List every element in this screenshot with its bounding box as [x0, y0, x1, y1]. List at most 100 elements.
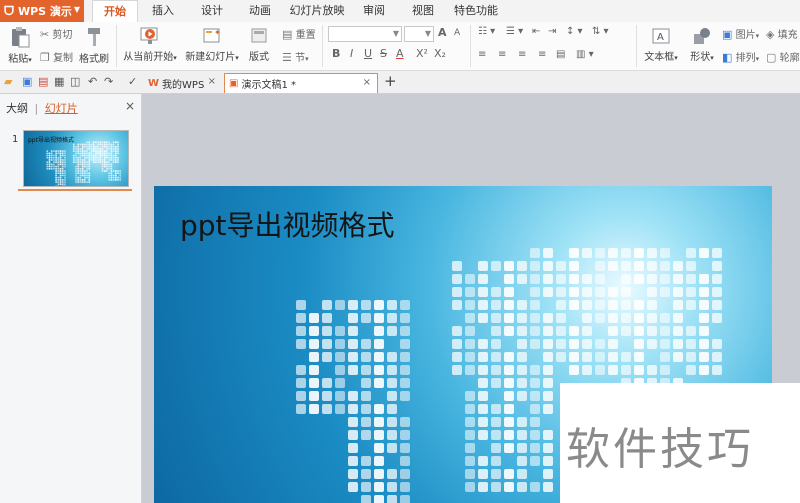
layout-button[interactable]: 版式 — [246, 26, 272, 63]
close-panel-icon[interactable]: × — [125, 99, 135, 113]
copy-button[interactable]: ❐ 复制 — [40, 49, 73, 64]
tab-outline[interactable]: 大纲 — [6, 102, 28, 115]
arrange-button[interactable]: ◧ 排列▾ — [722, 49, 759, 64]
shape-button[interactable]: 形状▾ — [686, 26, 718, 63]
subscript-button[interactable]: X₂ — [434, 47, 446, 60]
new-tab-button[interactable]: + — [384, 72, 397, 90]
tab-design[interactable]: 设计 — [195, 0, 229, 22]
tab-view[interactable]: 视图 — [406, 0, 440, 22]
customize-toolbar-icon[interactable]: ✓ — [128, 75, 137, 88]
map-tile — [108, 174, 110, 177]
map-tile — [387, 404, 397, 414]
textbox-button[interactable]: A 文本框▾ — [642, 26, 680, 63]
map-tile — [95, 148, 97, 150]
bold-button[interactable]: B — [332, 47, 340, 60]
slide-title[interactable]: ppt导出视频格式 — [180, 204, 395, 244]
map-tile — [465, 274, 475, 284]
tab-document-label: 演示文稿1 * — [241, 80, 296, 91]
map-tile — [400, 482, 410, 492]
undo-icon[interactable]: ↶ — [88, 75, 97, 88]
map-tile — [348, 404, 358, 414]
map-tile — [53, 161, 55, 164]
slide-thumbnail[interactable]: ppt导出视频格式 — [23, 130, 129, 187]
bullet-list-icon[interactable]: ☷ ▾ — [478, 26, 495, 37]
tab-home[interactable]: 开始 — [92, 0, 138, 23]
print-preview-icon[interactable]: ◫ — [70, 75, 80, 88]
map-tile — [478, 274, 488, 284]
map-tile — [81, 152, 84, 155]
numbered-list-icon[interactable]: ☰ ▾ — [506, 26, 523, 37]
map-tile — [517, 274, 527, 284]
columns-icon[interactable]: ▥ ▾ — [576, 49, 594, 60]
align-center-icon[interactable]: ≡ — [498, 49, 506, 60]
picture-button[interactable]: ▣ 图片▾ — [722, 26, 759, 41]
map-tile — [504, 404, 514, 414]
map-tile — [117, 152, 119, 155]
italic-button[interactable]: I — [350, 47, 353, 60]
map-tile — [81, 154, 84, 157]
section-button[interactable]: ☰ 节▾ — [282, 49, 309, 64]
tab-special-features[interactable]: 特色功能 — [452, 0, 500, 22]
tab-slides[interactable]: 幻灯片 — [45, 102, 78, 115]
map-tile — [400, 495, 410, 503]
shrink-font-button[interactable]: A — [454, 28, 460, 38]
map-tile — [543, 430, 553, 440]
map-tile — [608, 326, 618, 336]
paste-icon — [12, 27, 30, 48]
distribute-icon[interactable]: ▤ — [556, 49, 565, 60]
strikethrough-button[interactable]: S — [380, 47, 387, 60]
align-right-icon[interactable]: ≡ — [518, 49, 526, 60]
cut-button[interactable]: ✂ 剪切 — [40, 26, 72, 41]
reset-button[interactable]: ▤ 重置 — [282, 26, 316, 41]
redo-icon[interactable]: ↷ — [104, 75, 113, 88]
map-tile — [634, 313, 644, 323]
increase-indent-icon[interactable]: ⇥ — [548, 26, 556, 37]
line-spacing-icon[interactable]: ↕ ▾ — [566, 26, 583, 37]
decrease-indent-icon[interactable]: ⇤ — [532, 26, 540, 37]
export-pdf-icon[interactable]: ▤ — [38, 75, 48, 88]
font-family-select[interactable]: ▼ — [328, 26, 402, 42]
map-tile — [61, 183, 64, 186]
close-tab-icon[interactable]: × — [208, 76, 216, 87]
app-menu-button[interactable]: ᗜ WPS 演示 ▼ — [0, 0, 84, 22]
print-icon[interactable]: ▦ — [54, 75, 64, 88]
align-left-icon[interactable]: ≡ — [478, 49, 486, 60]
map-tile — [75, 174, 77, 177]
menu-bar: ᗜ WPS 演示 ▼ 开始 插入 设计 动画 幻灯片放映 审阅 视图 特色功能 — [0, 0, 800, 23]
superscript-button[interactable]: X² — [416, 47, 428, 60]
map-tile — [97, 145, 99, 148]
map-tile — [83, 165, 86, 168]
save-icon[interactable]: ▣ — [22, 75, 32, 88]
tab-my-wps[interactable]: W 我的WPS × — [144, 73, 222, 93]
tab-document[interactable]: ▣ 演示文稿1 * × — [224, 73, 378, 93]
tab-slideshow[interactable]: 幻灯片放映 — [287, 0, 347, 22]
map-tile — [103, 163, 106, 166]
font-color-button[interactable]: A — [396, 47, 404, 60]
justify-icon[interactable]: ≡ — [538, 49, 546, 60]
font-size-select[interactable]: ▼ — [404, 26, 434, 42]
map-tile — [97, 141, 99, 144]
map-tile — [59, 181, 62, 183]
tab-insert[interactable]: 插入 — [146, 0, 180, 22]
tab-animation[interactable]: 动画 — [243, 0, 277, 22]
open-folder-icon[interactable]: ▰ — [4, 75, 12, 88]
fill-button[interactable]: ◈ 填充 — [766, 26, 798, 41]
map-tile — [400, 378, 410, 388]
map-tile — [296, 300, 306, 310]
underline-button[interactable]: U — [364, 47, 372, 60]
map-tile — [88, 145, 91, 148]
paste-button[interactable]: 粘贴▾ — [4, 26, 36, 65]
fill-label: 填充 — [777, 30, 798, 41]
tab-review[interactable]: 审阅 — [357, 0, 391, 22]
text-direction-icon[interactable]: ⇅ ▾ — [592, 26, 609, 37]
map-tile — [400, 430, 410, 440]
map-tile — [108, 165, 110, 168]
grow-font-button[interactable]: A — [438, 26, 447, 39]
play-from-current-button[interactable]: 从当前开始▾ — [122, 26, 178, 63]
map-tile — [361, 456, 371, 466]
close-tab-icon[interactable]: × — [363, 77, 371, 88]
outline-button[interactable]: ▢ 轮廓 — [766, 49, 800, 64]
new-slide-button[interactable]: ✦ 新建幻灯片▾ — [184, 26, 240, 63]
map-tile — [712, 248, 722, 258]
format-painter-button[interactable]: 格式刷 — [78, 26, 110, 65]
